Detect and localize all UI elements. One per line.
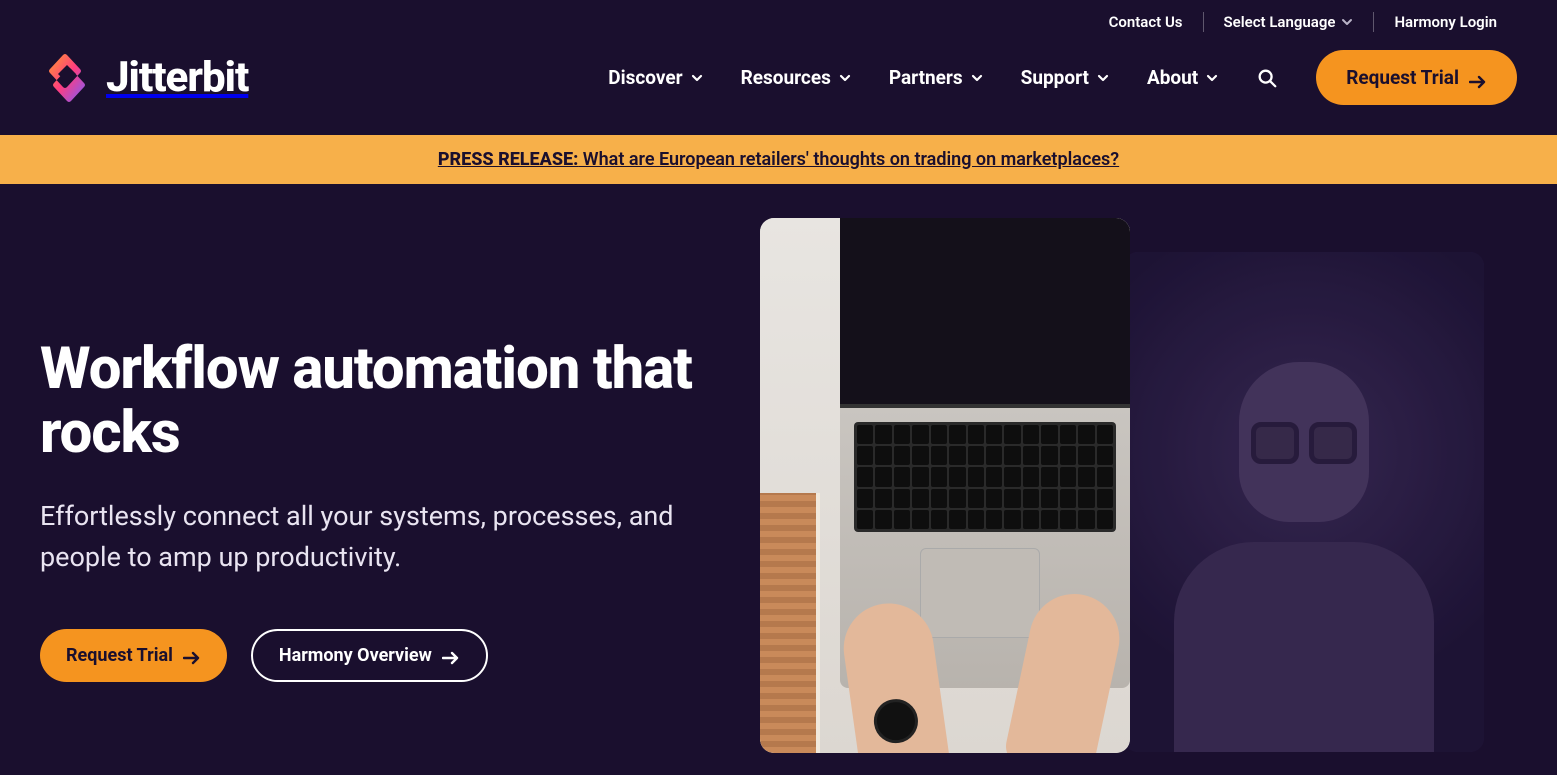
contact-us-link[interactable]: Contact Us bbox=[1089, 13, 1203, 31]
logo-icon bbox=[40, 51, 94, 105]
press-text: What are European retailers' thoughts on… bbox=[578, 149, 1119, 170]
chevron-down-icon bbox=[1097, 72, 1109, 84]
select-language-label: Select Language bbox=[1224, 13, 1336, 31]
nav-item-discover[interactable]: Discover bbox=[608, 66, 702, 89]
arrow-right-icon bbox=[1469, 71, 1487, 85]
nav-item-about[interactable]: About bbox=[1147, 66, 1218, 89]
hero-subtitle: Effortlessly connect all your systems, p… bbox=[40, 496, 720, 580]
main-nav: Discover Resources Partners Support Abou… bbox=[608, 50, 1517, 105]
nav-label: Partners bbox=[889, 66, 963, 89]
hero-request-trial-button[interactable]: Request Trial bbox=[40, 629, 227, 682]
harmony-login-label: Harmony Login bbox=[1394, 13, 1497, 31]
hero-image-laptop bbox=[760, 218, 1130, 753]
arrow-right-icon bbox=[442, 649, 460, 663]
nav-label: About bbox=[1147, 66, 1198, 89]
chevron-down-icon bbox=[1341, 16, 1353, 28]
select-language-link[interactable]: Select Language bbox=[1204, 13, 1374, 31]
harmony-overview-button[interactable]: Harmony Overview bbox=[251, 629, 488, 682]
chevron-down-icon bbox=[971, 72, 983, 84]
chevron-down-icon bbox=[839, 72, 851, 84]
chevron-down-icon bbox=[1206, 72, 1218, 84]
nav-label: Support bbox=[1021, 66, 1089, 89]
press-label: PRESS RELEASE: bbox=[438, 149, 578, 170]
hero-images bbox=[760, 218, 1517, 753]
nav-item-resources[interactable]: Resources bbox=[741, 66, 851, 89]
nav-label: Resources bbox=[741, 66, 831, 89]
request-trial-label: Request Trial bbox=[1346, 66, 1459, 89]
hero-request-trial-label: Request Trial bbox=[66, 645, 173, 666]
request-trial-button[interactable]: Request Trial bbox=[1316, 50, 1517, 105]
hero-title: Workflow automation that rocks bbox=[40, 338, 720, 466]
press-release-banner[interactable]: PRESS RELEASE: What are European retaile… bbox=[0, 135, 1557, 184]
top-utility-bar: Contact Us Select Language Harmony Login bbox=[0, 0, 1557, 32]
search-icon[interactable] bbox=[1256, 67, 1278, 89]
hero-section: Workflow automation that rocks Effortles… bbox=[0, 184, 1557, 753]
hero-cta-row: Request Trial Harmony Overview bbox=[40, 629, 720, 682]
nav-label: Discover bbox=[608, 66, 682, 89]
harmony-overview-label: Harmony Overview bbox=[279, 645, 432, 666]
nav-item-partners[interactable]: Partners bbox=[889, 66, 983, 89]
logo-link[interactable]: Jitterbit bbox=[40, 51, 248, 105]
logo-text: Jitterbit bbox=[106, 53, 248, 102]
main-header: Jitterbit Discover Resources Partners Su… bbox=[0, 32, 1557, 135]
hero-image-person bbox=[1124, 252, 1484, 752]
harmony-login-link[interactable]: Harmony Login bbox=[1374, 13, 1517, 31]
hero-content: Workflow automation that rocks Effortles… bbox=[40, 218, 720, 682]
chevron-down-icon bbox=[691, 72, 703, 84]
nav-item-support[interactable]: Support bbox=[1021, 66, 1109, 89]
arrow-right-icon bbox=[183, 649, 201, 663]
contact-us-label: Contact Us bbox=[1109, 13, 1183, 31]
